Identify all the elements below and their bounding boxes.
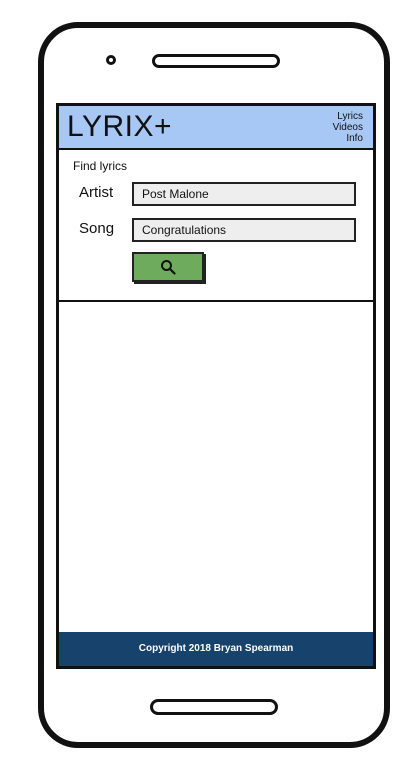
nav-item-videos[interactable]: Videos bbox=[333, 122, 363, 133]
find-lyrics-heading: Find lyrics bbox=[73, 159, 128, 173]
song-label: Song bbox=[79, 220, 115, 237]
copyright-text: Copyright 2018 Bryan Spearman bbox=[138, 643, 294, 654]
home-button[interactable] bbox=[150, 699, 278, 715]
artist-input[interactable]: Post Malone bbox=[132, 182, 356, 206]
app-header: LYRIX+ Lyrics Videos Info bbox=[59, 106, 373, 150]
search-icon bbox=[161, 260, 176, 275]
search-button[interactable] bbox=[132, 252, 204, 282]
app-footer: Copyright 2018 Bryan Spearman bbox=[59, 632, 373, 666]
song-input[interactable]: Congratulations bbox=[132, 218, 356, 242]
nav-item-info[interactable]: Info bbox=[333, 133, 363, 144]
content-divider bbox=[59, 300, 373, 302]
app-screen: LYRIX+ Lyrics Videos Info Find lyrics Ar… bbox=[56, 103, 376, 669]
app-logo[interactable]: LYRIX+ bbox=[67, 110, 172, 144]
camera-icon bbox=[106, 55, 116, 65]
artist-label: Artist bbox=[79, 184, 114, 201]
nav-item-lyrics[interactable]: Lyrics bbox=[333, 111, 363, 122]
nav-menu: Lyrics Videos Info bbox=[333, 111, 363, 144]
speaker-grill bbox=[152, 54, 280, 68]
